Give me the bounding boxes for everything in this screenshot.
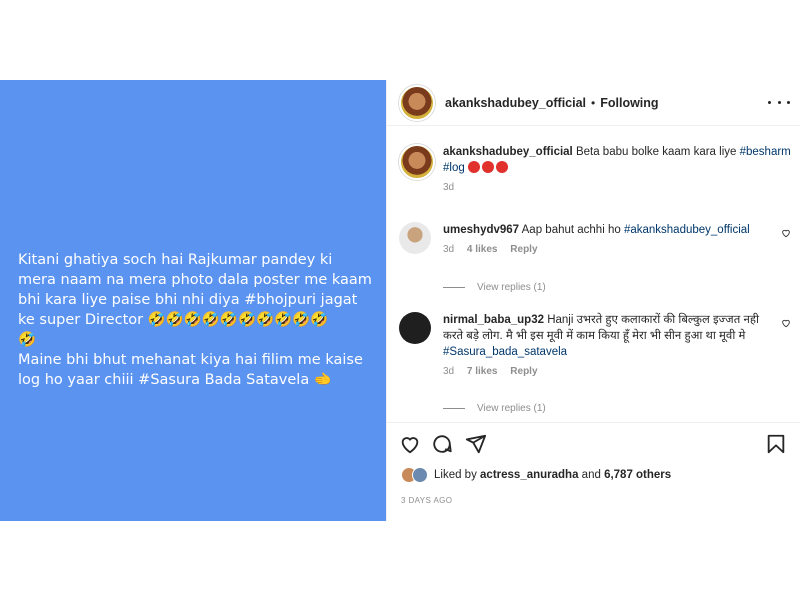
view-replies-label[interactable]: View replies (1) [477,403,546,414]
view-replies-label[interactable]: View replies (1) [477,282,546,293]
comment-username[interactable]: umeshydv967 [443,224,519,236]
comment-likes[interactable]: 4 likes [467,244,498,255]
share-icon[interactable] [465,433,487,455]
post-image-text: Kitani ghatiya soch hai Rajkumar pandey … [18,252,372,388]
post-side-panel: akankshadubey_official • Following akank… [386,80,800,521]
mention-link[interactable]: #akankshadubey_official [624,224,750,236]
action-bar [387,422,800,462]
bookmark-icon[interactable] [765,433,787,455]
avatar[interactable] [412,467,428,483]
heart-icon[interactable] [399,433,421,455]
heart-icon[interactable] [781,228,791,238]
caption: akankshadubey_official Beta babu bolke k… [399,144,791,193]
hashtag-link[interactable]: #log [443,162,465,174]
avatar[interactable] [399,312,431,344]
view-replies[interactable]: View replies (1) [443,403,546,414]
angry-emoji-icon [467,161,510,174]
more-options-icon[interactable] [768,92,790,112]
caption-text: Beta babu bolke kaam kara liye [575,146,740,158]
caption-time[interactable]: 3d [443,182,454,193]
view-replies[interactable]: View replies (1) [443,282,546,293]
comment-username[interactable]: nirmal_baba_up32 [443,314,544,326]
caption-username[interactable]: akankshadubey_official [443,146,573,158]
reply-button[interactable]: Reply [510,244,537,255]
comment-icon[interactable] [431,433,453,455]
liked-by-prefix: Liked by [434,469,481,481]
comment-text: Aap bahut achhi ho [521,224,624,236]
following-button[interactable]: Following [600,96,658,110]
likes-summary: Liked by actress_anuradha and 6,787 othe… [401,467,671,483]
hashtag-link[interactable]: #Sasura_bada_satavela [443,346,567,358]
heart-icon[interactable] [781,318,791,328]
post-timestamp[interactable]: 3 DAYS AGO [401,496,452,505]
header-username[interactable]: akankshadubey_official [445,96,586,110]
hashtag-link[interactable]: #besharm [740,146,791,158]
comment-item: nirmal_baba_up32 Hanji उभरते हुए कलाकारो… [399,312,791,377]
comment-time[interactable]: 3d [443,366,454,377]
separator-dot: • [591,95,596,110]
comment-likes[interactable]: 7 likes [467,366,498,377]
reply-button[interactable]: Reply [510,366,537,377]
avatar[interactable] [399,84,435,121]
avatar[interactable] [399,144,435,180]
avatar[interactable] [399,222,431,254]
likes-count[interactable]: 6,787 others [604,469,671,481]
post-header: akankshadubey_official • Following [387,80,800,126]
comments-list[interactable]: akankshadubey_official Beta babu bolke k… [387,126,800,416]
instagram-post: Kitani ghatiya soch hai Rajkumar pandey … [0,80,800,521]
liked-by-user[interactable]: actress_anuradha [480,469,578,481]
comment-item: umeshydv967 Aap bahut achhi ho #akanksha… [399,222,791,255]
post-image[interactable]: Kitani ghatiya soch hai Rajkumar pandey … [0,80,386,521]
comment-time[interactable]: 3d [443,244,454,255]
liked-by-middle: and [578,469,605,481]
